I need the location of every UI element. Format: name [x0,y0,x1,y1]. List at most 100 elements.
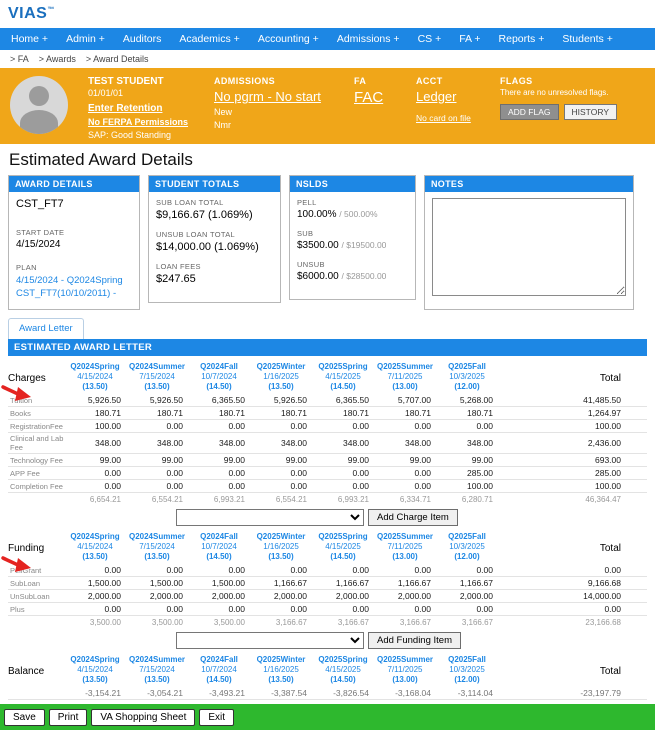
amount-cell: 0.00 [312,419,374,433]
amount-cell: 1,166.67 [250,576,312,590]
flags-message: There are no unresolved flags. [500,88,609,97]
add-flag-button[interactable]: ADD FLAG [500,104,559,120]
card-on-file-link[interactable]: No card on file [416,113,488,123]
term-name: Q2025Spring [318,655,368,664]
amount-cell: -3,054.21 [126,687,188,700]
row-label: PellGrant [8,564,64,577]
ledger-link[interactable]: Ledger [416,89,488,104]
admissions-program-link[interactable]: No pgrm - No start [214,89,336,104]
charge-item-select[interactable] [176,509,364,526]
funding-item-select[interactable] [176,632,364,649]
amount-cell: 0.00 [64,564,126,577]
nav-item-admin[interactable]: Admin + [57,28,114,50]
grand-total-cell: 23,166.68 [528,615,647,628]
save-button[interactable]: Save [4,708,45,726]
plan-link[interactable]: 4/15/2024 - Q2024Spring CST_FT7(10/10/20… [16,275,132,301]
term-name: Q2025Winter [256,532,306,541]
breadcrumb-fa[interactable]: > FA [10,54,29,64]
amount-cell: 6,365.50 [312,394,374,407]
amount-cell: 348.00 [312,432,374,454]
nav-item-home[interactable]: Home + [2,28,57,50]
amount-cell: 348.00 [436,432,498,454]
nav-item-auditors[interactable]: Auditors [114,28,171,50]
amount-cell: 2,000.00 [436,589,498,603]
start-date-label: START DATE [16,228,65,237]
row-total-cell: 100.00 [528,419,647,433]
row-total-cell: 0.00 [528,602,647,616]
breadcrumb-awards[interactable]: > Awards [39,54,76,64]
amount-cell: 348.00 [126,432,188,454]
nav-item-accounting[interactable]: Accounting + [249,28,328,50]
add-funding-item-button[interactable]: Add Funding Item [368,632,461,649]
term-column-header: Q2025Fall 10/3/2025 (12.00) [436,532,498,564]
column-total-cell: 3,166.67 [436,615,498,628]
nav-item-fa[interactable]: FA + [450,28,489,50]
row-total-cell: 41,485.50 [528,394,647,407]
term-date: 10/7/2024 [201,372,237,381]
term-column-header: Q2024Spring 4/15/2024 (13.50) [64,362,126,394]
admissions-heading: ADMISSIONS [214,76,276,86]
term-credits: (14.50) [330,552,356,561]
spacer [498,576,528,590]
nav-item-cs[interactable]: CS + [409,28,451,50]
nav-item-admissions[interactable]: Admissions + [328,28,409,50]
term-credits: (13.00) [392,382,418,391]
term-name: Q2025Winter [256,655,306,664]
summary-panels: AWARD DETAILS CST_FT7 START DATE 4/15/20… [0,175,655,310]
term-credits: (13.50) [82,552,108,561]
add-charge-item-button[interactable]: Add Charge Item [368,509,458,526]
row-label: Tuition [8,394,64,407]
unsub-limit: / $28500.00 [341,271,387,281]
amount-cell: 5,926.50 [64,394,126,407]
ferpa-permissions-link[interactable]: No FERPA Permissions [88,117,196,127]
spacer [498,589,528,603]
term-column-header: Q2024Summer 7/15/2024 (13.50) [126,655,188,687]
term-date: 4/15/2024 [77,372,113,381]
term-date: 1/16/2025 [263,665,299,674]
row-total-cell: 0.00 [528,564,647,577]
enter-retention-link[interactable]: Enter Retention [88,103,196,114]
spacer [498,532,528,564]
amount-cell: 0.00 [250,479,312,493]
amount-cell: 180.71 [436,406,498,420]
term-credits: (14.50) [330,382,356,391]
term-name: Q2025Spring [318,362,368,371]
row-label: APP Fee [8,466,64,480]
spacer [498,406,528,420]
breadcrumb-award-details[interactable]: > Award Details [86,54,149,64]
print-button[interactable]: Print [48,708,88,726]
term-date: 1/16/2025 [263,542,299,551]
history-button[interactable]: HISTORY [563,104,617,120]
row-label: Plus [8,602,64,616]
plan-code: CST_FT7 [16,198,64,210]
amount-cell: 5,707.00 [374,394,436,407]
notes-textarea[interactable] [432,198,626,296]
amount-cell: 2,000.00 [312,589,374,603]
amount-cell: 0.00 [250,564,312,577]
term-column-header: Q2024Summer 7/15/2024 (13.50) [126,532,188,564]
term-column-header: Q2024Fall 10/7/2024 (14.50) [188,362,250,394]
amount-cell: 99.00 [188,453,250,467]
term-name: Q2025Summer [376,362,434,371]
nav-item-academics[interactable]: Academics + [170,28,248,50]
term-column-header: Q2025Winter 1/16/2025 (13.50) [250,532,312,564]
notes-panel: NOTES [424,175,634,310]
amount-cell: -3,493.21 [188,687,250,700]
term-name: Q2024Spring [70,362,120,371]
nav-item-students[interactable]: Students + [553,28,622,50]
amount-cell: 0.00 [126,479,188,493]
funding-totals-row: 3,500.00 3,500.00 3,500.00 3,166.67 3,166.67… [8,615,647,628]
amount-cell: 99.00 [126,453,188,467]
loan-fees-value: $247.65 [156,273,196,285]
amount-cell: 99.00 [436,453,498,467]
fa-fac-link[interactable]: FAC [354,89,398,106]
nav-item-reports[interactable]: Reports + [490,28,554,50]
tab-award-letter[interactable]: Award Letter [8,318,84,339]
term-credits: (13.50) [82,675,108,684]
amount-cell: -3,826.54 [312,687,374,700]
term-name: Q2024Summer [128,362,186,371]
exit-button[interactable]: Exit [199,708,235,726]
va-shopping-sheet-button[interactable]: VA Shopping Sheet [91,708,196,726]
funding-row: PellGrant 0.00 0.00 0.00 0.00 0.00 0.00 0.00 0.0… [8,564,647,577]
amount-cell: 5,926.50 [126,394,188,407]
